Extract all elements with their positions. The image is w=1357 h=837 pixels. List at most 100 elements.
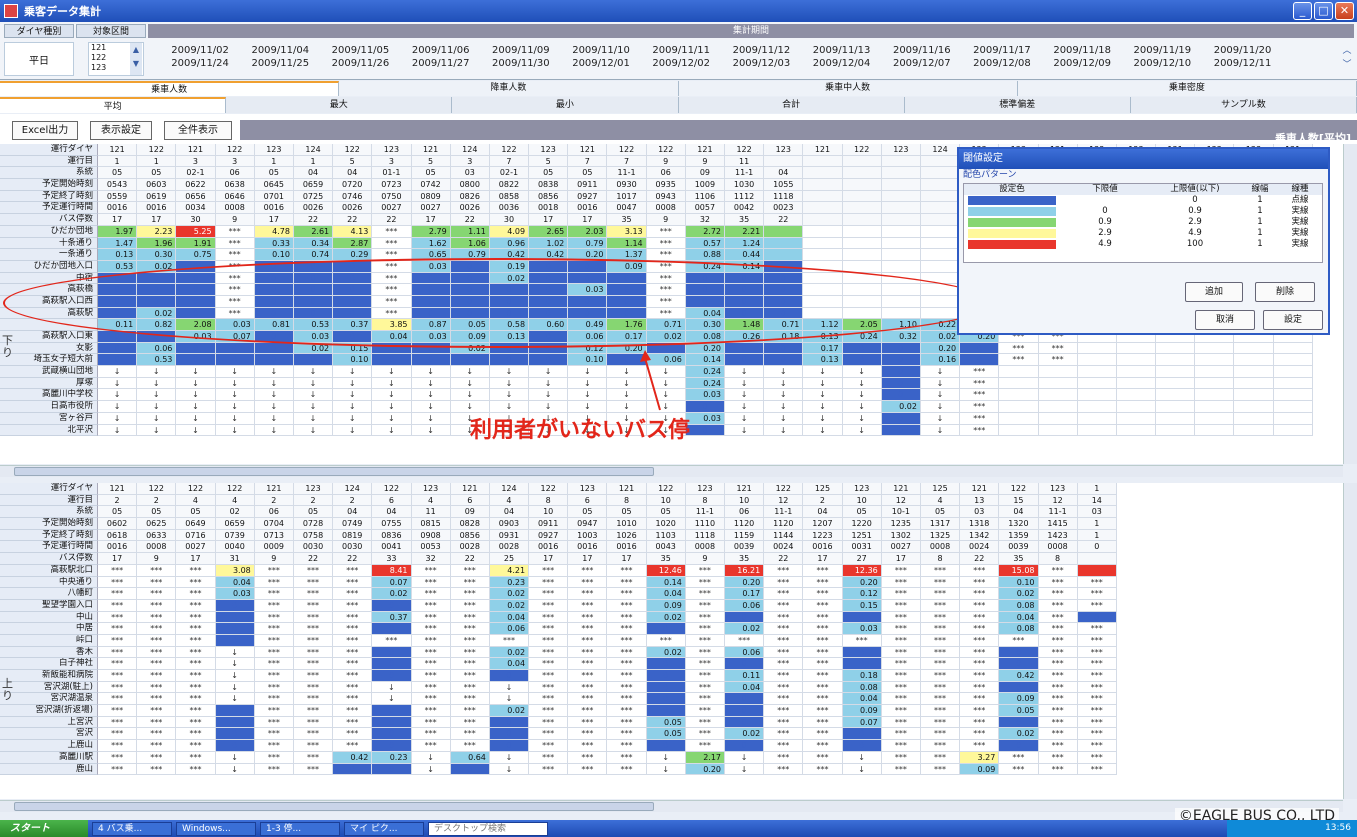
table-cell[interactable]: *** (960, 389, 1000, 402)
table-cell[interactable]: 0602 (98, 518, 138, 530)
table-cell[interactable]: *** (803, 623, 843, 635)
table-cell[interactable]: 0.79 (450, 249, 490, 261)
table-cell[interactable]: *** (764, 763, 804, 776)
table-cell[interactable]: *** (98, 693, 138, 706)
table-cell[interactable]: 9 (254, 553, 294, 565)
table-cell[interactable]: 10 (725, 494, 765, 507)
table-cell[interactable]: 0.30 (685, 319, 725, 331)
table-cell[interactable]: *** (920, 728, 961, 741)
table-cell[interactable]: *** (293, 658, 334, 670)
table-cell[interactable]: 9 (137, 553, 177, 565)
table-cell[interactable]: 0742 (411, 179, 451, 191)
table-cell[interactable]: *** (920, 763, 961, 776)
tab-alighting[interactable]: 降車人数 (339, 81, 679, 96)
table-cell[interactable]: 11-1 (607, 167, 647, 180)
table-cell[interactable]: *** (529, 646, 569, 659)
table-cell[interactable]: 0 (764, 354, 804, 367)
table-cell[interactable]: 1120 (725, 518, 765, 530)
table-cell[interactable]: ↓ (333, 377, 373, 390)
table-cell[interactable]: *** (411, 576, 451, 589)
table-cell[interactable] (803, 179, 843, 191)
table-cell[interactable] (842, 214, 882, 226)
table-cell[interactable]: 0036 (489, 202, 530, 215)
table-cell[interactable]: 0 (842, 740, 882, 752)
table-cell[interactable]: 12.46 (646, 564, 686, 577)
table-cell[interactable]: 0.11 (725, 670, 765, 682)
table-cell[interactable]: *** (450, 716, 490, 729)
table-cell[interactable]: *** (1077, 763, 1117, 776)
table-cell[interactable]: 0 (842, 728, 882, 741)
table-cell[interactable]: 0713 (254, 529, 294, 542)
table-cell[interactable]: 05 (98, 506, 138, 519)
table-cell[interactable]: *** (607, 611, 647, 624)
table-cell[interactable]: 0 (176, 284, 216, 296)
table-cell[interactable]: 27 (842, 553, 882, 565)
table-cell[interactable]: 0 (254, 307, 294, 320)
table-cell[interactable]: ↓ (568, 366, 608, 378)
table-cell[interactable]: 0822 (489, 179, 530, 191)
table-cell[interactable]: 0 (842, 354, 882, 367)
table-cell[interactable]: *** (920, 716, 961, 729)
table-cell[interactable]: *** (607, 740, 647, 752)
table-cell[interactable]: *** (881, 681, 921, 694)
table-cell[interactable]: 0 (764, 295, 804, 308)
table-cell[interactable]: 0.12 (568, 342, 608, 355)
table-cell[interactable]: *** (960, 623, 1000, 635)
table-cell[interactable]: *** (646, 272, 686, 285)
table-cell[interactable]: 0.04 (489, 658, 530, 670)
table-cell[interactable] (1195, 342, 1235, 355)
table-cell[interactable]: 123 (411, 483, 451, 495)
table-cell[interactable] (803, 307, 843, 320)
table-cell[interactable]: 1415 (1038, 518, 1078, 530)
table-cell[interactable]: 0746 (333, 190, 373, 203)
table-cell[interactable]: *** (881, 634, 921, 647)
table-cell[interactable]: *** (685, 705, 725, 717)
table-cell[interactable]: 0.53 (137, 354, 177, 367)
table-cell[interactable]: *** (881, 716, 921, 729)
table-cell[interactable]: 2.08 (176, 319, 216, 331)
table-cell[interactable]: 0 (685, 424, 725, 437)
table-cell[interactable]: 0 (725, 611, 765, 624)
table-cell[interactable]: *** (685, 670, 725, 682)
table-cell[interactable]: 4.09 (489, 225, 530, 238)
table-cell[interactable]: *** (1038, 611, 1078, 624)
table-cell[interactable]: *** (1038, 564, 1078, 577)
table-cell[interactable]: *** (254, 623, 294, 635)
table-cell[interactable] (1116, 342, 1157, 355)
table-cell[interactable]: *** (176, 634, 216, 647)
table-cell[interactable] (920, 272, 961, 285)
table-cell[interactable]: *** (960, 693, 1000, 706)
table-cell[interactable]: 123 (254, 144, 294, 156)
table-cell[interactable]: 17 (411, 214, 451, 226)
table-cell[interactable]: 0 (489, 354, 530, 367)
table-cell[interactable]: 0 (842, 658, 882, 670)
table-cell[interactable]: ↓ (215, 751, 255, 764)
table-cell[interactable]: ↓ (803, 389, 843, 402)
table-cell[interactable]: 17 (529, 214, 569, 226)
table-cell[interactable]: 0.08 (999, 599, 1039, 612)
table-cell[interactable]: 0 (254, 354, 294, 367)
table-cell[interactable]: ↓ (333, 401, 373, 413)
table-cell[interactable]: 0 (254, 342, 294, 355)
table-cell[interactable]: ↓ (293, 424, 334, 437)
table-cell[interactable]: *** (764, 716, 804, 729)
table-cell[interactable]: *** (646, 295, 686, 308)
table-cell[interactable]: 1106 (685, 190, 725, 203)
table-cell[interactable]: 0 (1077, 541, 1117, 554)
table-cell[interactable]: 0.02 (293, 342, 334, 355)
table-cell[interactable] (920, 167, 961, 180)
table-cell[interactable]: 35 (725, 214, 765, 226)
table-cell[interactable]: *** (1077, 670, 1117, 682)
taskbar-item[interactable]: 4 バス乗... (92, 821, 172, 836)
table-cell[interactable]: 11 (411, 506, 451, 519)
table-cell[interactable]: 1207 (803, 518, 843, 530)
table-cell[interactable]: 0028 (489, 541, 530, 554)
table-cell[interactable]: *** (529, 658, 569, 670)
table-cell[interactable]: 0 (489, 670, 530, 682)
table-cell[interactable]: *** (529, 716, 569, 729)
table-cell[interactable]: *** (803, 658, 843, 670)
table-cell[interactable]: *** (411, 564, 451, 577)
table-cell[interactable]: 16.21 (725, 564, 765, 577)
table-cell[interactable]: *** (920, 564, 961, 577)
table-cell[interactable]: *** (529, 693, 569, 706)
